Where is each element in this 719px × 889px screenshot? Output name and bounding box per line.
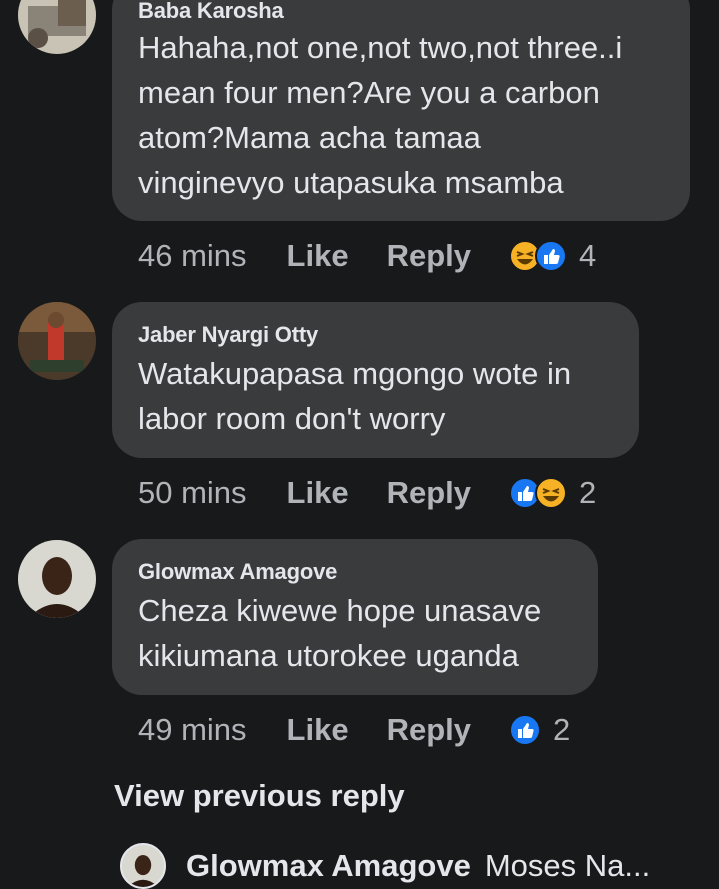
comment-author[interactable]: Jaber Nyargi Otty: [138, 322, 318, 348]
haha-reaction-icon: [535, 477, 567, 509]
view-previous-reply-link[interactable]: View previous reply: [114, 778, 405, 814]
comment-author[interactable]: Baba Karosha: [138, 0, 284, 24]
reaction-count: 2: [579, 475, 597, 510]
reply-preview-text: Moses Na...: [484, 848, 651, 883]
comment-actions: 49 mins Like Reply 2: [138, 710, 570, 750]
comment-bubble: Jaber Nyargi Otty Watakupapasa mgongo wo…: [112, 302, 639, 458]
reaction-summary[interactable]: 2: [509, 712, 570, 748]
comment-text: Cheza kiwewe hope unasave kikiumana utor…: [138, 593, 542, 673]
comment-timestamp: 46 mins: [138, 238, 247, 273]
reaction-summary[interactable]: 2: [509, 475, 596, 511]
reaction-count: 4: [579, 238, 597, 273]
comment-bubble: Glowmax Amagove Cheza kiwewe hope unasav…: [112, 539, 598, 695]
comment-timestamp: 50 mins: [138, 475, 247, 510]
like-button[interactable]: Like: [287, 712, 349, 748]
comment-author[interactable]: Glowmax Amagove: [138, 559, 337, 585]
like-reaction-icon: [535, 240, 567, 272]
reaction-count: 2: [553, 712, 571, 747]
comment-text: Hahaha,not one,not two,not three..i mean…: [138, 30, 623, 200]
comment-actions: 46 mins Like Reply 4: [138, 236, 596, 276]
avatar: [120, 843, 166, 889]
reply-preview-author: Glowmax Amagove: [186, 848, 471, 883]
avatar[interactable]: [18, 302, 96, 380]
reply-button[interactable]: Reply: [387, 712, 471, 748]
reply-button[interactable]: Reply: [387, 238, 471, 274]
avatar[interactable]: [18, 540, 96, 618]
comment-actions: 50 mins Like Reply 2: [138, 473, 596, 513]
comment-timestamp: 49 mins: [138, 712, 247, 747]
reply-preview[interactable]: Glowmax Amagove Moses Na...: [120, 843, 651, 889]
like-button[interactable]: Like: [287, 238, 349, 274]
like-reaction-icon: [509, 714, 541, 746]
reply-button[interactable]: Reply: [387, 475, 471, 511]
comment-text: Watakupapasa mgongo wote in labor room d…: [138, 356, 572, 436]
like-button[interactable]: Like: [287, 475, 349, 511]
avatar[interactable]: [18, 0, 96, 54]
comment-bubble: Baba Karosha Hahaha,not one,not two,not …: [112, 0, 690, 221]
reaction-summary[interactable]: 4: [509, 238, 596, 274]
